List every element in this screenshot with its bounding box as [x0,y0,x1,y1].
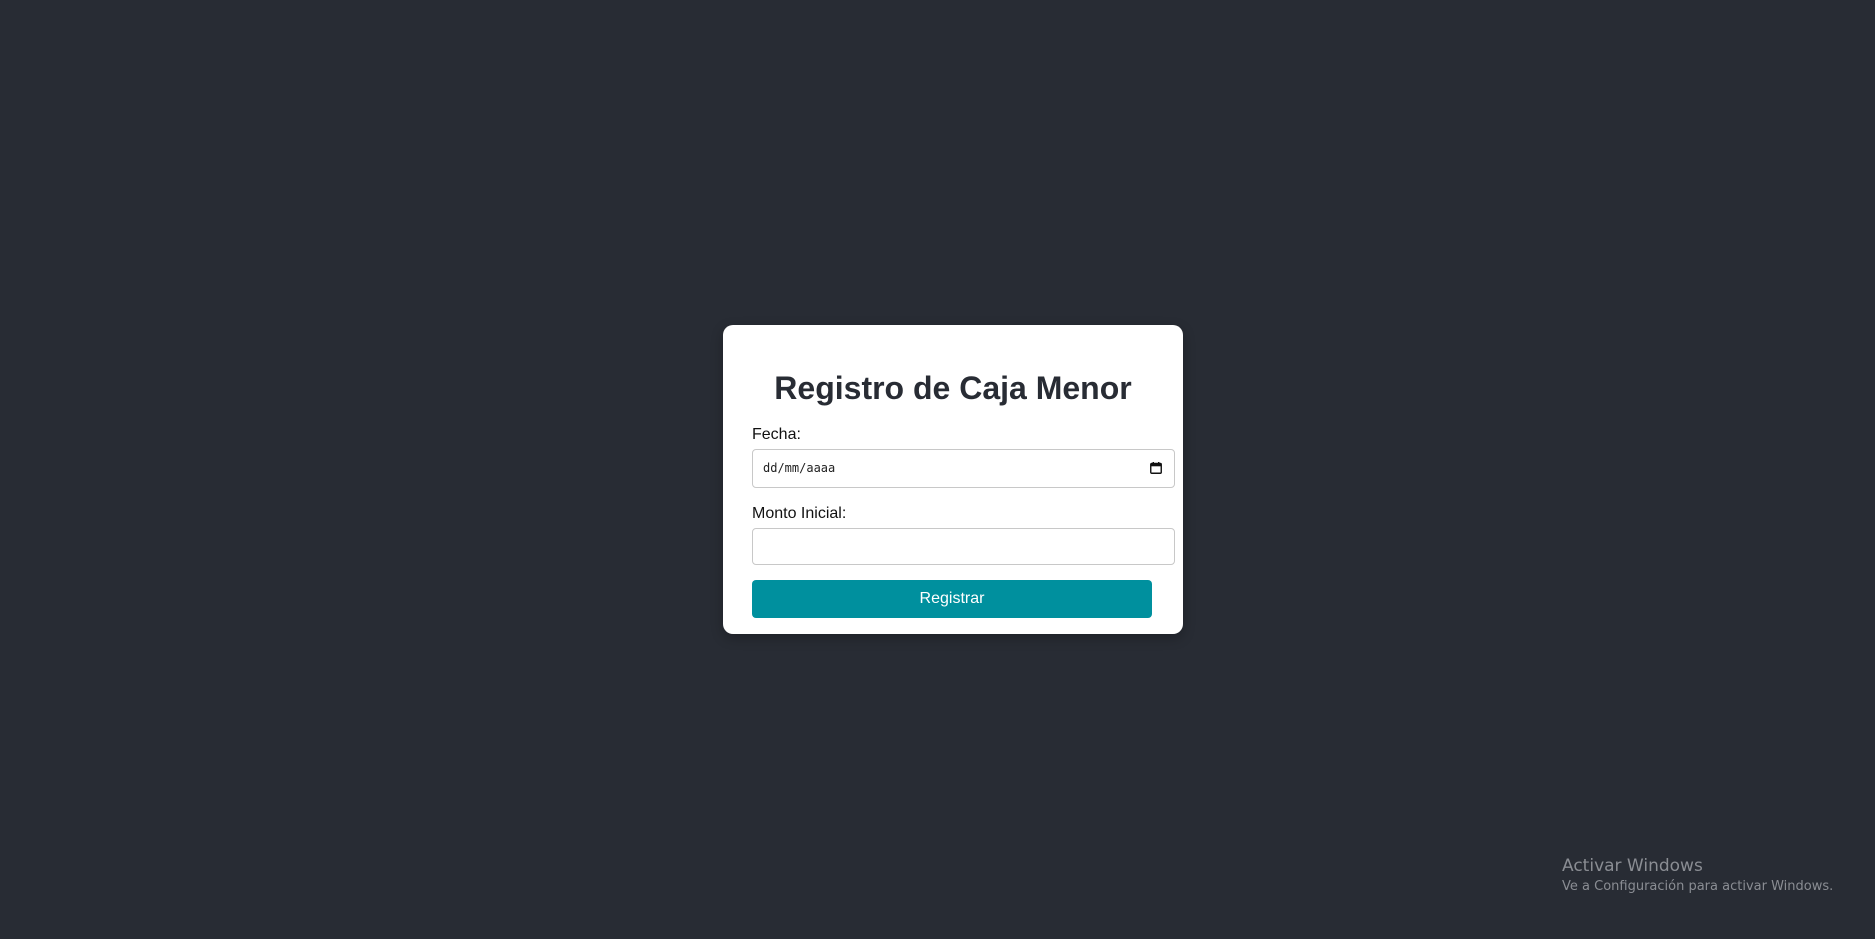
registrar-button[interactable]: Registrar [752,580,1152,618]
caja-menor-form-card: Registro de Caja Menor Fecha: dd/mm/aaaa… [723,325,1183,634]
watermark-subtitle: Ve a Configuración para activar Windows. [1562,879,1834,894]
monto-inicial-label: Monto Inicial: [752,505,847,522]
form-title: Registro de Caja Menor [774,370,1132,406]
fecha-date-input[interactable]: dd/mm/aaaa [752,449,1175,488]
monto-inicial-input[interactable] [752,528,1175,565]
watermark-title: Activar Windows [1562,856,1703,876]
fecha-label: Fecha: [752,426,801,443]
windows-activation-watermark: Activar Windows Ve a Configuración para … [1562,854,1833,896]
fecha-placeholder: dd/mm/aaaa [763,461,836,475]
calendar-icon[interactable] [1150,462,1162,474]
